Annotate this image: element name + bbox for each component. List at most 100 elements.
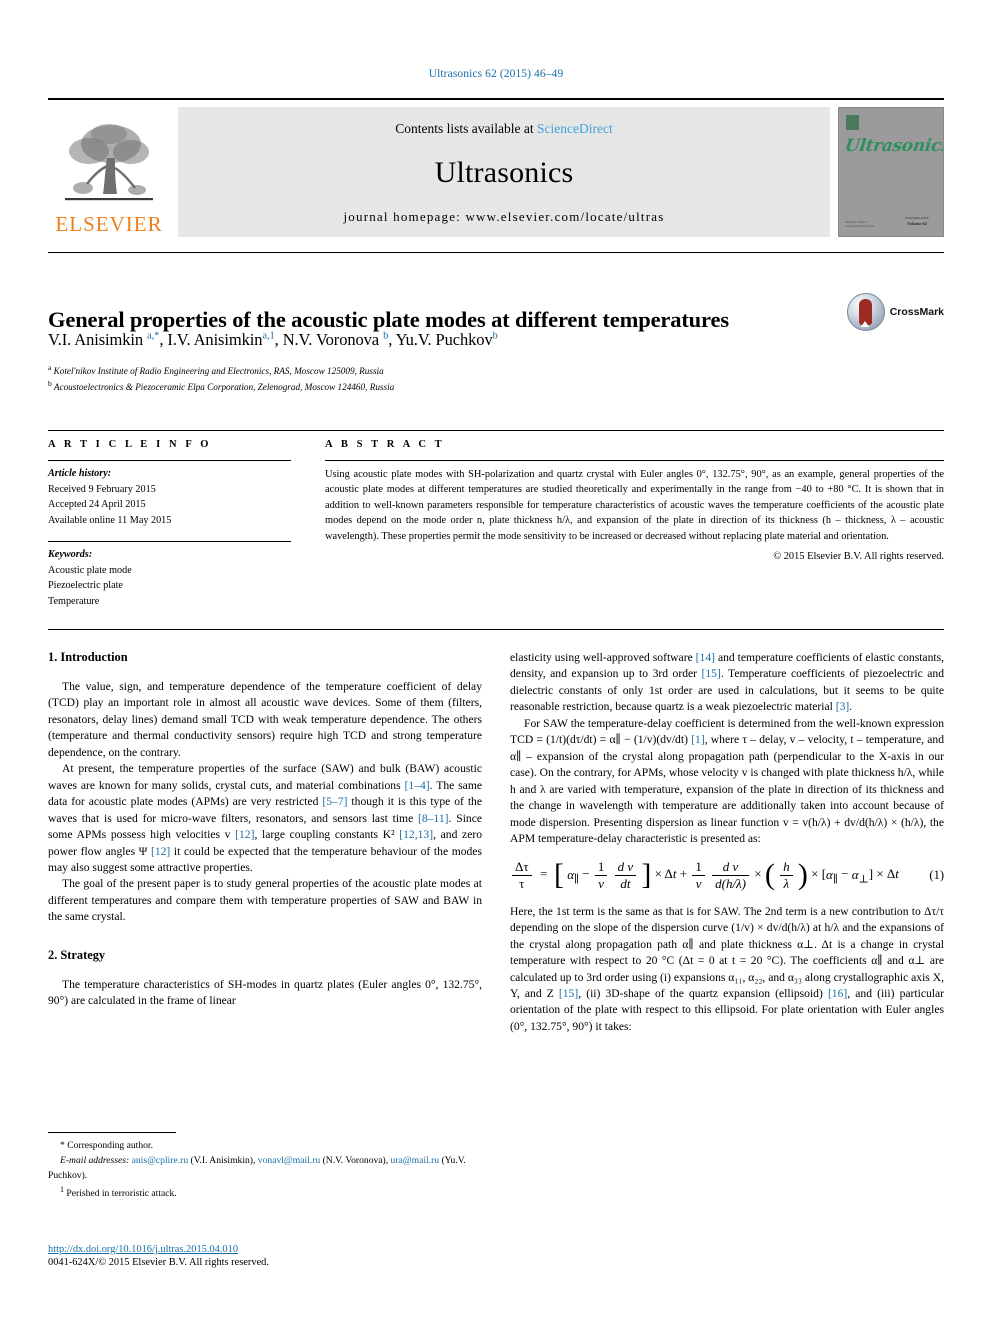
email-link-3[interactable]: ura@mail.ru	[391, 1155, 440, 1166]
affiliation-b-text: Acoustoelectronics & Piezoceramic Elpa C…	[53, 382, 395, 393]
equation-frac-1-v: 1v	[594, 860, 608, 890]
journal-banner: Contents lists available at ScienceDirec…	[178, 107, 830, 237]
equation-term-alpha-par: α∥	[567, 866, 580, 886]
section-heading-strategy: 2. Strategy	[48, 947, 106, 962]
email-owner-2: (N.V. Voronova),	[320, 1155, 391, 1167]
citation-ref[interactable]: [12]	[151, 845, 170, 858]
citation-ref[interactable]: [1]	[691, 733, 705, 746]
article-history-label: Article history:	[48, 468, 112, 479]
citation-ref[interactable]: [12,13]	[399, 828, 433, 841]
abstract-copyright: © 2015 Elsevier B.V. All rights reserved…	[773, 550, 944, 562]
cover-volume: Volume 62	[907, 221, 927, 227]
perished-marker: 1	[60, 1185, 64, 1195]
text-run: , large coupling constants K²	[254, 828, 400, 842]
email-owner-1: (V.I. Anisimkin),	[188, 1155, 258, 1167]
citation-ref[interactable]: [16]	[828, 987, 847, 1000]
journal-homepage[interactable]: journal homepage: www.elsevier.com/locat…	[343, 209, 664, 225]
citation-ref[interactable]: [15]	[559, 987, 578, 1000]
equation-lhs-fraction: Δτ τ	[512, 860, 532, 890]
equation-operator: =	[536, 866, 551, 882]
elsevier-logo: ELSEVIER	[48, 107, 170, 237]
equation-lhs-denominator: τ	[519, 876, 525, 892]
perished-note: 1 Perished in terroristic attack.	[48, 1184, 482, 1202]
equation-times-2: ×	[754, 866, 765, 882]
equation-lhs-numerator: Δτ	[512, 860, 532, 877]
citation-ref[interactable]: [1–4]	[405, 779, 430, 792]
equation-1: Δτ τ = [ α∥ − 1v d v dt ] × Δt + 1v d v d(…	[510, 860, 944, 890]
history-item: Received 9 February 2015	[48, 483, 156, 495]
email-label: E-mail addresses:	[60, 1155, 130, 1167]
text-run: , where τ – delay, v – velocity, t – tem…	[510, 733, 944, 845]
text-run: .	[849, 700, 853, 714]
sciencedirect-link[interactable]: ScienceDirect	[537, 121, 613, 136]
crossmark-label: CrossMark	[889, 306, 944, 318]
text-run: elasticity using well-approved software	[510, 651, 696, 664]
elsevier-tree-icon	[65, 124, 153, 201]
abstract-heading: A B S T R A C T	[325, 439, 445, 450]
equation-times-1: × Δt +	[654, 866, 691, 882]
citation-ref[interactable]: [15]	[702, 667, 721, 680]
abstract-column: A B S T R A C T Using acoustic plate mod…	[313, 439, 944, 619]
history-item: Accepted 24 April 2015	[48, 499, 146, 510]
affiliation-a: a Kotel'nikov Institute of Radio Enginee…	[48, 363, 384, 377]
keyword-item: Temperature	[48, 595, 100, 607]
text-run: , (ii) 3D-shape of the quartz expansion …	[578, 986, 828, 1000]
paragraph: The temperature characteristics of SH-mo…	[48, 977, 482, 1008]
paragraph-with-refs: Here, the 1st term is the same as that i…	[510, 904, 944, 1036]
keyword-item: Acoustic plate mode	[48, 564, 132, 576]
citation-ref[interactable]: [12]	[235, 828, 254, 841]
abstract-divider	[325, 460, 944, 461]
paragraph-with-refs: At present, the temperature properties o…	[48, 761, 482, 876]
issn-copyright-line: 0041-624X/© 2015 Elsevier B.V. All right…	[48, 1257, 269, 1268]
equation-body: Δτ τ = [ α∥ − 1v d v dt ] × Δt + 1v d v d(…	[510, 860, 919, 890]
crossmark-icon	[846, 293, 885, 331]
keywords-block: Keywords: Acoustic plate mode Piezoelect…	[48, 547, 291, 609]
perished-text: Perished in terroristic attack.	[66, 1188, 177, 1200]
info-divider-top	[48, 460, 291, 461]
text-run: Here, the 1st term is the same as that i…	[510, 904, 944, 1000]
author-list: V.I. Anisimkin a,*, I.V. Anisimkina,1, N…	[48, 330, 498, 349]
corresponding-author-note: * Corresponding author.	[60, 1140, 153, 1151]
paragraph-with-refs: For SAW the temperature-delay coefficien…	[510, 716, 944, 848]
doi-block: http://dx.doi.org/10.1016/j.ultras.2015.…	[48, 1244, 548, 1268]
history-item: Available online 11 May 2015	[48, 514, 172, 526]
crossmark-badge-group[interactable]: CrossMark	[846, 293, 944, 331]
paragraph-with-refs: elasticity using well-approved software …	[510, 650, 944, 716]
doi-link[interactable]: http://dx.doi.org/10.1016/j.ultras.2015.…	[48, 1244, 548, 1255]
info-abstract-block: A R T I C L E I N F O Article history: R…	[48, 430, 944, 630]
contents-prefix: Contents lists available at	[395, 121, 537, 136]
email-link-1[interactable]: anis@cplire.ru	[132, 1155, 189, 1166]
cover-footer-left: Available online at www.sciencedirect.co…	[845, 219, 874, 228]
cover-elsevier-mark-icon	[846, 115, 859, 130]
citation-ref[interactable]: [3]	[836, 700, 850, 713]
equation-times-3: × [α∥ − α⊥] × Δt	[811, 866, 899, 886]
journal-masthead: ELSEVIER Contents lists available at Sci…	[48, 98, 944, 237]
affiliation-b: b Acoustoelectronics & Piezoceramic Elpa…	[48, 379, 395, 393]
equation-paren-close: )	[797, 858, 808, 892]
cover-journal-title: Ultrasonics	[843, 136, 944, 156]
equation-bracket-close: ]	[641, 858, 652, 892]
article-info-heading: A R T I C L E I N F O	[48, 439, 212, 450]
affiliations: a Kotel'nikov Institute of Radio Enginee…	[48, 362, 928, 395]
equation-frac-h-lambda: hλ	[780, 860, 793, 890]
equation-frac-1-v-2: 1v	[692, 860, 705, 890]
citation-ref[interactable]: [14]	[696, 651, 715, 664]
footnote-area: * Corresponding author. E-mail addresses…	[48, 1132, 482, 1203]
body-right-column: elasticity using well-approved software …	[510, 650, 944, 1250]
paragraph: The goal of the present paper is to stud…	[48, 877, 482, 924]
cover-issn: ISSN 0041-624X	[905, 216, 929, 221]
citation-ref[interactable]: [5–7]	[322, 795, 347, 808]
article-history: Article history: Received 9 February 201…	[48, 466, 291, 528]
paragraph: The value, sign, and temperature depende…	[48, 680, 482, 759]
email-link-2[interactable]: vonavl@mail.ru	[258, 1155, 320, 1166]
running-head: Ultrasonics 62 (2015) 46–49	[428, 68, 564, 80]
info-divider-keywords	[48, 541, 291, 542]
journal-name: Ultrasonics	[434, 156, 574, 189]
keyword-item: Piezoelectric plate	[48, 580, 123, 591]
keywords-label: Keywords:	[48, 549, 93, 560]
equation-bracket-open: [	[553, 858, 564, 892]
equation-minus: −	[582, 866, 593, 882]
citation-ref[interactable]: [8–11]	[418, 812, 448, 825]
journal-cover-thumbnail: Ultrasonics Available online at www.scie…	[838, 107, 944, 237]
cover-footer-right: ISSN 0041-624X Volume 62	[897, 216, 937, 228]
